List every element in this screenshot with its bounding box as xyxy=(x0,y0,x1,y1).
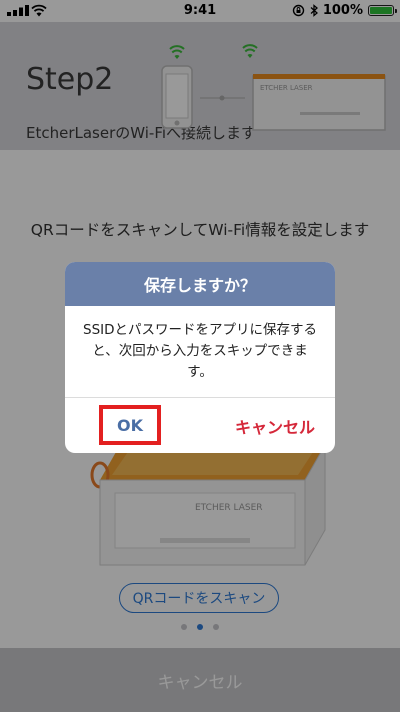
ok-button[interactable]: OK xyxy=(99,405,161,445)
dialog-title: 保存しますか？ xyxy=(65,262,335,306)
dialog-message: SSIDとパスワードをアプリに保存すると、次回から入力をスキップできます。 xyxy=(83,322,318,380)
save-confirmation-dialog: 保存しますか？ SSIDとパスワードをアプリに保存すると、次回から入力をスキップ… xyxy=(65,262,335,453)
dialog-cancel-button[interactable]: キャンセル xyxy=(225,398,325,453)
